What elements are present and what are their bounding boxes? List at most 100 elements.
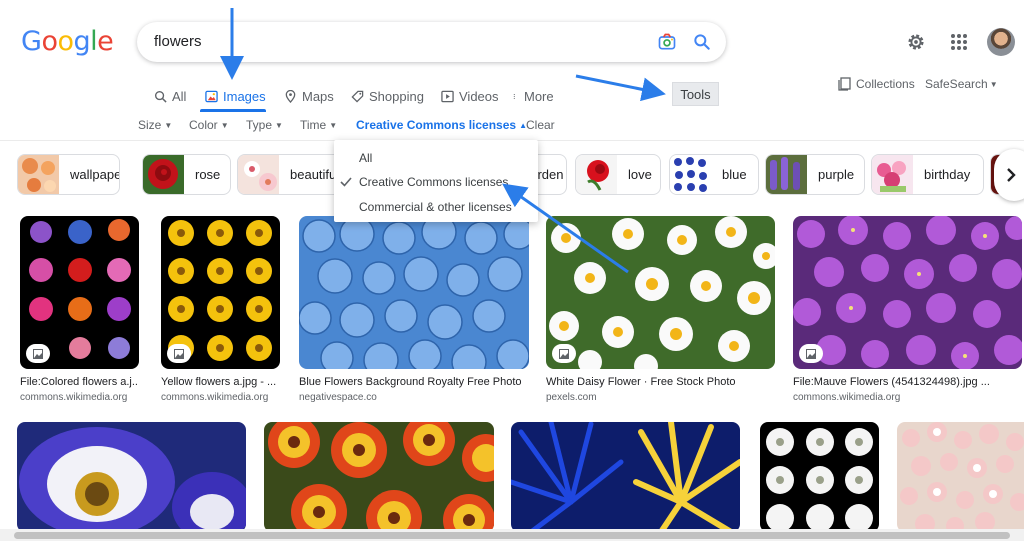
result-title[interactable]: White Daisy Flower · Free Stock Photo	[546, 376, 775, 388]
image-result[interactable]: White Daisy Flower · Free Stock Photo pe…	[546, 216, 775, 403]
result-thumbnail[interactable]	[760, 422, 879, 532]
result-source: negativespace.co	[299, 392, 377, 403]
filter-label: Creative Commons licenses	[356, 118, 517, 132]
safesearch-menu[interactable]: SafeSearch ▼	[925, 77, 998, 91]
more-vert-icon	[513, 93, 515, 99]
image-result[interactable]: Yellow flowers a.jpg - ... commons.wikim…	[161, 216, 280, 403]
chip-birthday[interactable]: birthday	[871, 154, 984, 195]
camera-search-icon[interactable]	[657, 32, 677, 52]
caret-down-icon: ▼	[164, 121, 173, 130]
logo-letter: o	[41, 26, 58, 57]
image-result[interactable]	[760, 422, 879, 532]
scrollbar-thumb[interactable]	[14, 532, 1010, 539]
account-avatar[interactable]	[987, 28, 1015, 56]
image-result[interactable]: File:Colored flowers a.j... commons.wiki…	[20, 216, 139, 403]
chip-wallpaper[interactable]: wallpaper	[17, 154, 120, 195]
tab-label: More	[524, 88, 554, 104]
collections-link[interactable]: Collections	[838, 77, 915, 91]
search-icon	[154, 90, 167, 103]
tab-videos[interactable]: Videos	[441, 86, 499, 106]
chip-thumbnail	[872, 155, 913, 194]
tools-button[interactable]: Tools	[672, 82, 719, 106]
tag-icon	[351, 90, 364, 103]
logo-letter: G	[21, 26, 42, 57]
filter-label: Color	[189, 118, 218, 132]
filter-usage-rights[interactable]: Creative Commons licenses ▲	[356, 118, 527, 132]
chip-thumbnail	[576, 155, 617, 194]
result-thumbnail[interactable]	[793, 216, 1022, 369]
result-thumbnail[interactable]	[897, 422, 1024, 532]
filter-size[interactable]: Size ▼	[138, 118, 172, 132]
result-title[interactable]: File:Colored flowers a.j...	[20, 376, 139, 388]
tab-label: Shopping	[369, 88, 424, 104]
checkmark-icon	[340, 177, 352, 187]
image-result[interactable]	[511, 422, 740, 532]
logo-letter: o	[57, 26, 74, 57]
search-box[interactable]: flowers	[137, 22, 726, 62]
chevron-right-icon	[1007, 168, 1016, 182]
filter-clear[interactable]: Clear	[526, 118, 555, 132]
image-icon	[205, 90, 218, 102]
safesearch-label: SafeSearch	[925, 77, 988, 91]
chip-beautiful[interactable]: beautiful	[237, 154, 345, 195]
image-badge-icon	[799, 344, 823, 363]
result-thumbnail[interactable]	[17, 422, 246, 532]
result-thumbnail[interactable]	[264, 422, 494, 532]
caret-down-icon: ▼	[989, 80, 998, 89]
result-thumbnail[interactable]	[20, 216, 139, 369]
chip-thumbnail	[238, 155, 279, 194]
result-thumbnail[interactable]	[511, 422, 740, 532]
result-thumbnail[interactable]	[546, 216, 775, 369]
logo-letter: e	[97, 26, 114, 57]
license-option-all[interactable]: All	[359, 151, 372, 165]
chip-thumbnail	[143, 155, 184, 194]
usage-rights-dropdown: All Creative Commons licenses Commercial…	[334, 140, 538, 222]
chip-thumbnail	[766, 155, 807, 194]
license-option-creative-commons[interactable]: Creative Commons licenses	[359, 175, 508, 189]
license-option-commercial[interactable]: Commercial & other licenses	[359, 200, 512, 214]
image-result[interactable]	[264, 422, 494, 532]
filter-time[interactable]: Time ▼	[300, 118, 337, 132]
filter-color[interactable]: Color ▼	[189, 118, 229, 132]
filter-type[interactable]: Type ▼	[246, 118, 283, 132]
result-title[interactable]: File:Mauve Flowers (4541324498).jpg ...	[793, 376, 1022, 388]
image-result[interactable]	[17, 422, 246, 532]
chips-next-button[interactable]	[994, 149, 1024, 201]
image-result[interactable]: File:Mauve Flowers (4541324498).jpg ... …	[793, 216, 1022, 403]
result-thumbnail[interactable]	[299, 216, 529, 369]
search-icon[interactable]	[692, 32, 712, 52]
chip-love[interactable]: love	[575, 154, 661, 195]
chip-purple[interactable]: purple	[765, 154, 865, 195]
result-title[interactable]: Yellow flowers a.jpg - ...	[161, 376, 280, 388]
play-icon	[441, 90, 454, 102]
tab-label: Maps	[302, 88, 334, 104]
apps-grid-icon[interactable]	[950, 33, 968, 51]
google-logo[interactable]: Google	[21, 26, 114, 57]
chip-blue[interactable]: blue	[669, 154, 759, 195]
tab-shopping[interactable]: Shopping	[351, 86, 424, 106]
horizontal-scrollbar[interactable]	[0, 529, 1024, 541]
result-thumbnail[interactable]	[161, 216, 280, 369]
map-pin-icon	[285, 89, 296, 103]
chip-rose[interactable]: rose	[142, 154, 231, 195]
result-source: commons.wikimedia.org	[20, 392, 128, 403]
settings-gear-icon[interactable]	[905, 31, 927, 53]
logo-letter: g	[73, 26, 91, 57]
caret-down-icon: ▼	[220, 121, 229, 130]
result-title[interactable]: Blue Flowers Background Royalty Free Pho…	[299, 376, 529, 388]
tab-label: Videos	[459, 88, 499, 104]
arrow-to-tools-button	[575, 74, 666, 102]
image-badge-icon	[552, 344, 576, 363]
tab-more[interactable]: More	[513, 86, 554, 106]
image-result[interactable]: Blue Flowers Background Royalty Free Pho…	[299, 216, 529, 403]
tab-all[interactable]: All	[154, 86, 186, 106]
result-source: commons.wikimedia.org	[161, 392, 269, 403]
image-badge-icon	[26, 344, 50, 363]
tab-maps[interactable]: Maps	[284, 86, 334, 106]
tab-images[interactable]: Images	[205, 86, 266, 106]
tab-label: Images	[223, 88, 266, 104]
result-source: pexels.com	[546, 392, 597, 403]
chip-label: rose	[195, 167, 221, 182]
search-input[interactable]: flowers	[154, 33, 202, 50]
image-result[interactable]	[897, 422, 1024, 532]
